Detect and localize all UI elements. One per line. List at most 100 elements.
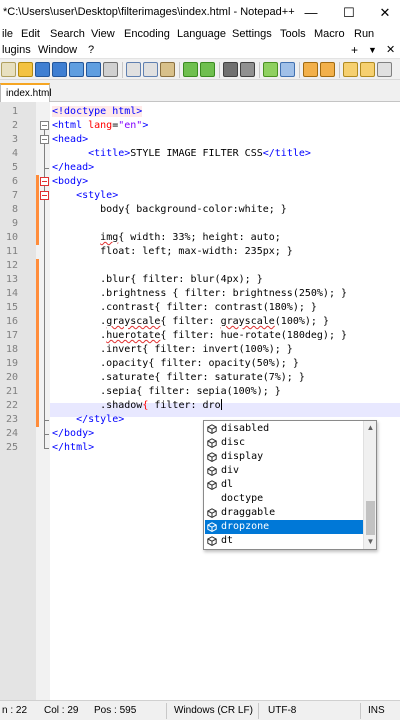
print-icon[interactable]	[103, 62, 118, 77]
code-token: .blur{ filter: blur(4px); }	[52, 274, 263, 285]
new-file-icon[interactable]	[1, 62, 16, 77]
code-token: .	[52, 330, 107, 341]
code-token: .sepia{ filter: sepia(100%); }	[52, 386, 281, 397]
paste-icon[interactable]	[160, 62, 175, 77]
code-line[interactable]: .brightness { filter: brightness(250%); …	[52, 287, 347, 301]
autocomplete-item[interactable]: doctype	[205, 492, 364, 506]
autocomplete-item-label: div	[221, 465, 240, 476]
close-document-icon[interactable]: ✕	[386, 42, 395, 58]
autocomplete-scrollbar[interactable]: ▲ ▼	[363, 421, 376, 549]
fold-toggle-icon[interactable]	[40, 135, 49, 144]
code-editor[interactable]: 1 2 3 4 5 6 7 8 9 10 11 12 13 14 15 16 17 18 19 20 21 22 23 24 2…	[0, 102, 400, 700]
scroll-thumb[interactable]	[366, 501, 375, 535]
fold-toggle-icon[interactable]	[40, 191, 49, 200]
tab-bar: index.html	[0, 80, 400, 102]
new-tab-plus-icon[interactable]: +	[351, 42, 358, 58]
autocomplete-item[interactable]: disabled	[205, 422, 364, 436]
menu-search[interactable]: Search	[50, 26, 85, 42]
function-list-icon[interactable]	[360, 62, 375, 77]
menu-help[interactable]: ?	[88, 42, 94, 58]
document-map-icon[interactable]	[343, 62, 358, 77]
code-token: (100%); }	[274, 316, 329, 327]
menu-encoding[interactable]: Encoding	[124, 26, 170, 42]
close-file-icon[interactable]	[69, 62, 84, 77]
menu-plugins[interactable]: lugins	[2, 42, 31, 58]
menu-language[interactable]: Language	[177, 26, 226, 42]
autocomplete-item[interactable]: dt	[205, 534, 364, 548]
code-token: { width: 33%; height: auto;	[118, 232, 281, 243]
fold-toggle-icon[interactable]	[40, 121, 49, 130]
zoom-out-icon[interactable]	[280, 62, 295, 77]
autocomplete-item[interactable]: disc	[205, 436, 364, 450]
menu-macro[interactable]: Macro	[314, 26, 345, 42]
autocomplete-item[interactable]: div	[205, 464, 364, 478]
fold-toggle-icon[interactable]	[40, 177, 49, 186]
code-line[interactable]: .shadow{ filter: dro	[52, 399, 222, 413]
scroll-down-icon[interactable]: ▼	[364, 535, 377, 549]
autocomplete-item[interactable]: display	[205, 450, 364, 464]
code-line[interactable]: .sepia{ filter: sepia(100%); }	[52, 385, 281, 399]
cut-icon[interactable]	[126, 62, 141, 77]
code-line[interactable]: </head>	[52, 161, 94, 175]
menu-view[interactable]: View	[91, 26, 115, 42]
code-line[interactable]: .contrast{ filter: contrast(180%); }	[52, 301, 317, 315]
tab-index-html[interactable]: index.html	[0, 83, 52, 102]
sync-scroll-icon[interactable]	[303, 62, 318, 77]
open-folder-icon[interactable]	[18, 62, 33, 77]
autocomplete-item-label: dl	[221, 479, 234, 490]
undo-icon[interactable]	[183, 62, 198, 77]
code-line[interactable]: <head>	[52, 133, 88, 147]
code-line[interactable]: float: left; max-width: 235px; }	[52, 245, 293, 259]
keyword-cube-icon	[207, 480, 217, 490]
line-number: 6	[11, 176, 18, 187]
menu-tools[interactable]: Tools	[280, 26, 306, 42]
code-line[interactable]: <html lang="en">	[52, 119, 148, 133]
tab-list-dropdown-icon[interactable]: ▼	[368, 42, 377, 58]
save-all-icon[interactable]	[52, 62, 67, 77]
menu-file[interactable]: ile	[2, 26, 13, 42]
status-eol: Windows (CR LF)	[174, 705, 253, 716]
maximize-button[interactable]: ☐	[334, 0, 364, 26]
code-token: </title>	[262, 148, 311, 159]
autocomplete-item-label: dt	[221, 535, 234, 546]
code-line[interactable]: .invert{ filter: invert(100%); }	[52, 343, 293, 357]
close-button[interactable]: ✕	[370, 0, 400, 26]
menu-settings[interactable]: Settings	[232, 26, 272, 42]
redo-icon[interactable]	[200, 62, 215, 77]
code-line[interactable]: body{ background-color:white; }	[52, 203, 287, 217]
more-tools-icon[interactable]	[377, 62, 392, 77]
menu-window[interactable]: Window	[38, 42, 77, 58]
code-token: <style>	[52, 190, 119, 201]
close-all-icon[interactable]	[86, 62, 101, 77]
code-line[interactable]: </body>	[52, 427, 94, 441]
code-line[interactable]: <title>STYLE IMAGE FILTER CSS</title>	[52, 147, 311, 161]
code-line[interactable]: <!doctype html>	[52, 105, 143, 119]
code-line[interactable]: .blur{ filter: blur(4px); }	[52, 273, 263, 287]
autocomplete-item[interactable]: draggable	[205, 506, 364, 520]
code-line[interactable]: <style>	[52, 189, 118, 203]
code-line[interactable]: .grayscale{ filter: grayscale(100%); }	[52, 315, 329, 329]
code-line[interactable]: .saturate{ filter: saturate(7%); }	[52, 371, 305, 385]
code-line[interactable]: <body>	[52, 175, 88, 189]
copy-icon[interactable]	[143, 62, 158, 77]
code-line[interactable]: </style>	[52, 413, 124, 427]
scroll-up-icon[interactable]: ▲	[364, 421, 377, 435]
status-encoding: UTF-8	[268, 705, 297, 716]
line-number: 8	[11, 204, 18, 215]
minimize-button[interactable]: —	[296, 0, 326, 26]
zoom-in-icon[interactable]	[263, 62, 278, 77]
autocomplete-item[interactable]: dl	[205, 478, 364, 492]
menu-edit[interactable]: Edit	[21, 26, 40, 42]
menu-run[interactable]: Run	[354, 26, 374, 42]
autocomplete-item[interactable]: dropzone	[205, 520, 364, 534]
code-line[interactable]: .opacity{ filter: opacity(50%); }	[52, 357, 299, 371]
code-line[interactable]: </html>	[52, 441, 94, 455]
code-line[interactable]: img{ width: 33%; height: auto;	[52, 231, 281, 245]
code-line[interactable]: .huerotate{ filter: hue-rotate(180deg); …	[52, 329, 347, 343]
save-icon[interactable]	[35, 62, 50, 77]
autocomplete-popup[interactable]: disabled disc display div dl doctype draggable…	[203, 420, 377, 550]
code-token: <head>	[52, 134, 89, 145]
replace-icon[interactable]	[240, 62, 255, 77]
find-icon[interactable]	[223, 62, 238, 77]
word-wrap-icon[interactable]	[320, 62, 335, 77]
